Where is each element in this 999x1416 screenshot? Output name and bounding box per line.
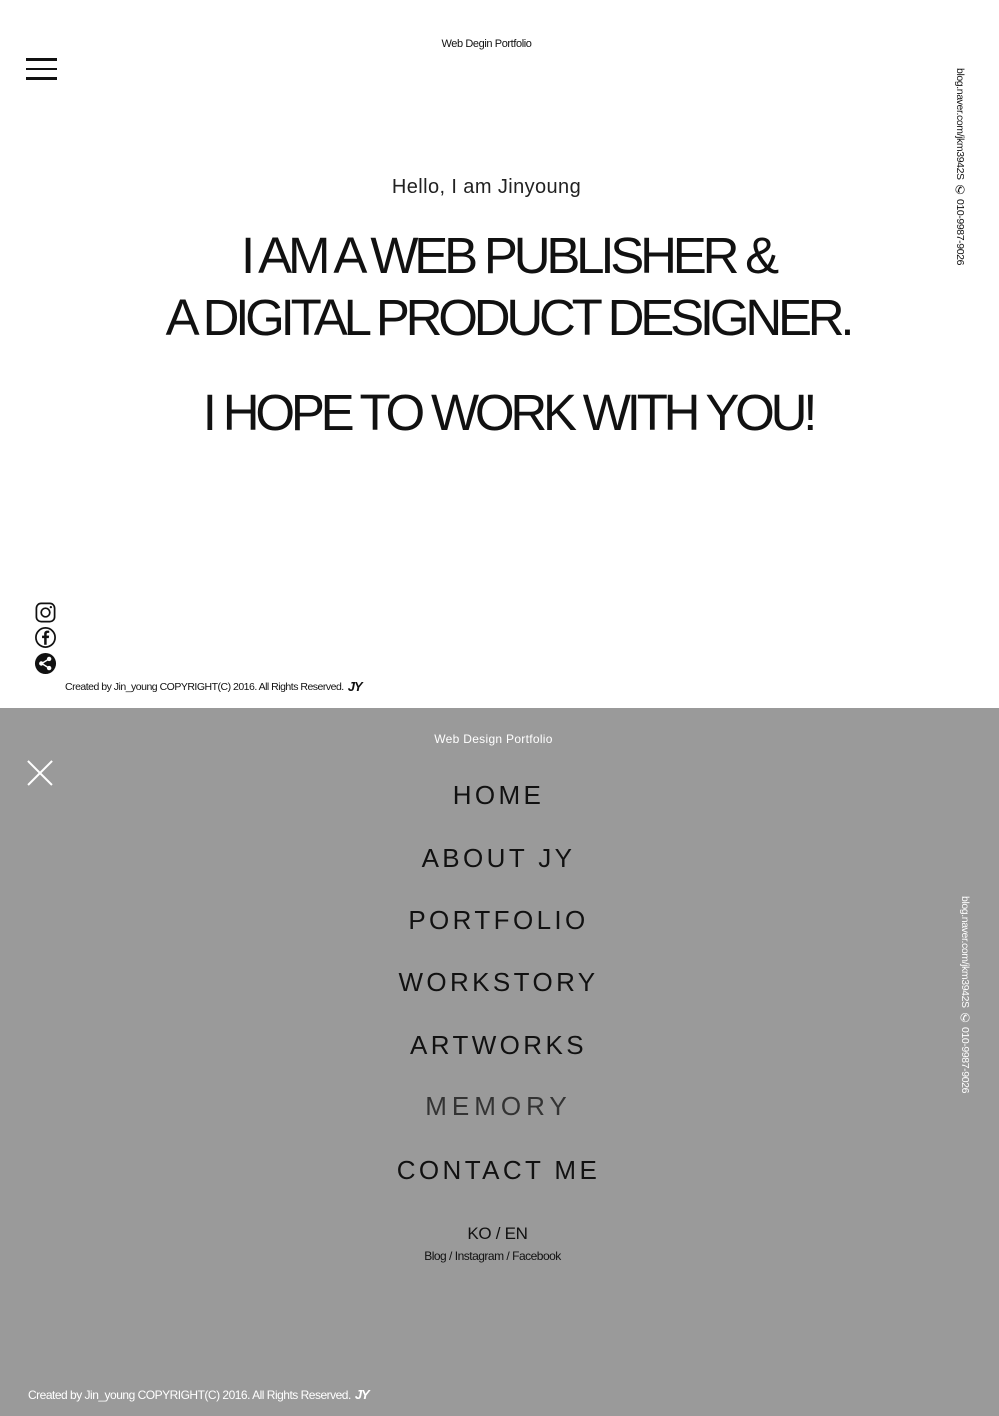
menu-site-title[interactable]: Web Design Portfolio (0, 732, 987, 746)
language-switch: KO / EN (0, 1224, 995, 1244)
nav-item-contact[interactable]: CONTACT ME (0, 1155, 997, 1186)
nav-item-workstory[interactable]: WORKSTORY (0, 967, 997, 998)
sns-separator: / (503, 1249, 513, 1263)
lang-ko[interactable]: KO (467, 1224, 491, 1243)
blog-url[interactable]: blog.naver.com/jkm3942S (954, 68, 966, 180)
phone-icon: ✆ (958, 1010, 972, 1025)
menu-footer-copyright: Created by Jin_young COPYRIGHT(C) 2016. … (28, 1387, 370, 1402)
link-facebook[interactable]: Facebook (512, 1249, 561, 1263)
jy-logo: JY (347, 679, 363, 694)
hero-section: Web Degin Portfolio blog.naver.com/jkm39… (0, 0, 999, 708)
menu-side-contact-info: blog.naver.com/jkm3942S ✆ 010-9987-9026 (958, 896, 972, 1093)
menu-phone-number: 010-9987-9026 (959, 1027, 971, 1094)
facebook-icon[interactable] (34, 626, 57, 649)
menu-overlay: Web Design Portfolio HOME ABOUT JY PORTF… (0, 708, 999, 1416)
greeting-text: Hello, I am Jinyoung (391, 176, 582, 198)
share-icon[interactable] (34, 652, 57, 675)
menu-jy-logo: JY (354, 1387, 370, 1402)
nav-item-home[interactable]: HOME (0, 780, 997, 811)
copyright-text: Created by Jin_young COPYRIGHT(C) 2016. … (65, 680, 344, 693)
site-title[interactable]: Web Degin Portfolio (0, 38, 973, 50)
headline-line-3: I HOPE TO WORK WITH YOU! (202, 384, 818, 441)
sns-separator: / (446, 1249, 455, 1263)
link-blog[interactable]: Blog (424, 1249, 447, 1263)
lang-en[interactable]: EN (505, 1224, 528, 1243)
headline-line-2: A DIGITAL PRODUCT DESIGNER. (165, 289, 855, 346)
nav-item-artworks[interactable]: ARTWORKS (0, 1030, 997, 1061)
menu-blog-url[interactable]: blog.naver.com/jkm3942S (959, 896, 971, 1008)
sns-links: Blog / Instagram / Facebook (0, 1249, 985, 1263)
nav-item-memory[interactable]: MEMORY (0, 1091, 997, 1122)
link-instagram[interactable]: Instagram (455, 1249, 504, 1263)
headline-line-1: I AM A WEB PUBLISHER & (241, 227, 779, 284)
lang-separator: / (495, 1224, 501, 1243)
instagram-icon[interactable] (34, 601, 57, 624)
nav-item-portfolio[interactable]: PORTFOLIO (0, 905, 997, 936)
menu-copyright-text: Created by Jin_young COPYRIGHT(C) 2016. … (28, 1387, 351, 1402)
footer-copyright: Created by Jin_young COPYRIGHT(C) 2016. … (65, 679, 363, 694)
nav-item-about[interactable]: ABOUT JY (0, 843, 997, 874)
menu-hamburger-icon[interactable] (26, 58, 57, 80)
